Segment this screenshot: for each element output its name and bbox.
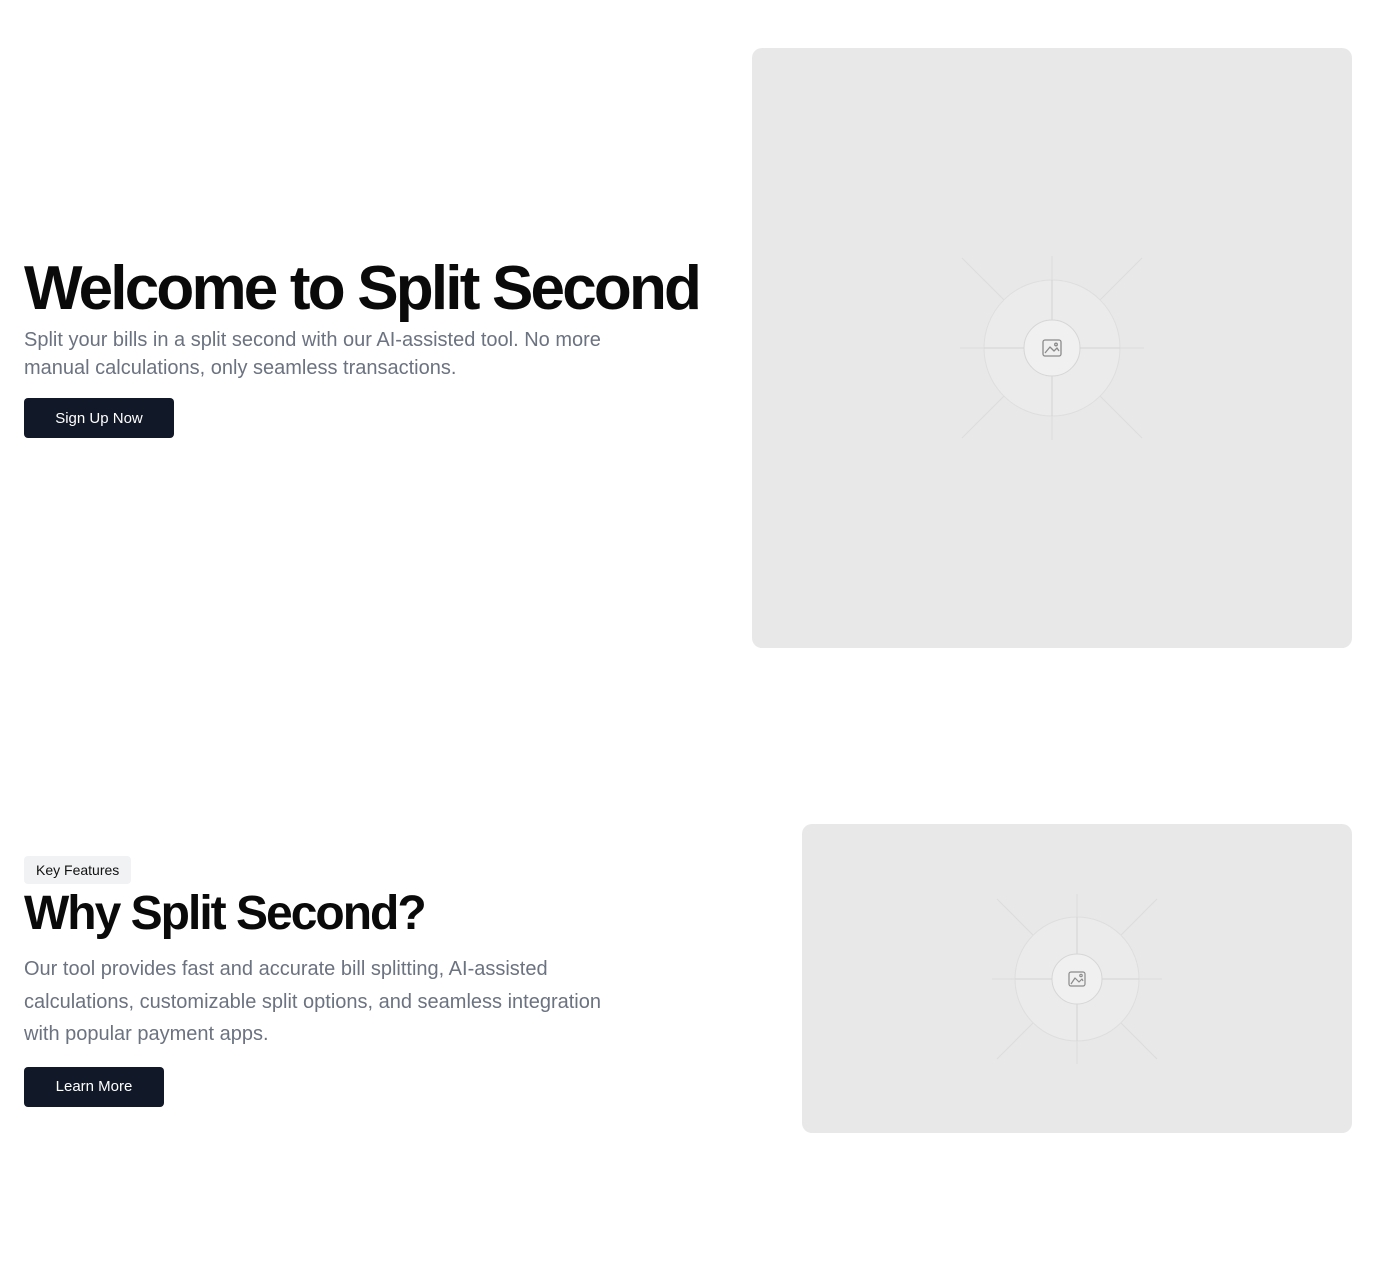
hero-image-placeholder	[752, 48, 1352, 648]
key-features-badge: Key Features	[24, 856, 132, 884]
sign-up-button[interactable]: Sign Up Now	[24, 398, 174, 438]
features-image-placeholder	[802, 824, 1352, 1133]
hero-title: Welcome to Split Second	[24, 254, 702, 323]
features-title: Why Split Second?	[24, 887, 427, 940]
landing-page: Welcome to Split Second Split your bills…	[0, 0, 1376, 1261]
placeholder-graphic	[992, 894, 1162, 1064]
hero-text-block: Welcome to Split Second Split your bills…	[24, 254, 724, 438]
learn-more-button[interactable]: Learn More	[24, 1066, 164, 1107]
placeholder-graphic	[960, 256, 1144, 440]
features-text-block: Key Features Why Split Second? Our tool …	[24, 856, 664, 1107]
hero-subtitle: Split your bills in a split second with …	[24, 329, 601, 379]
features-description: Our tool provides fast and accurate bill…	[24, 958, 601, 1045]
